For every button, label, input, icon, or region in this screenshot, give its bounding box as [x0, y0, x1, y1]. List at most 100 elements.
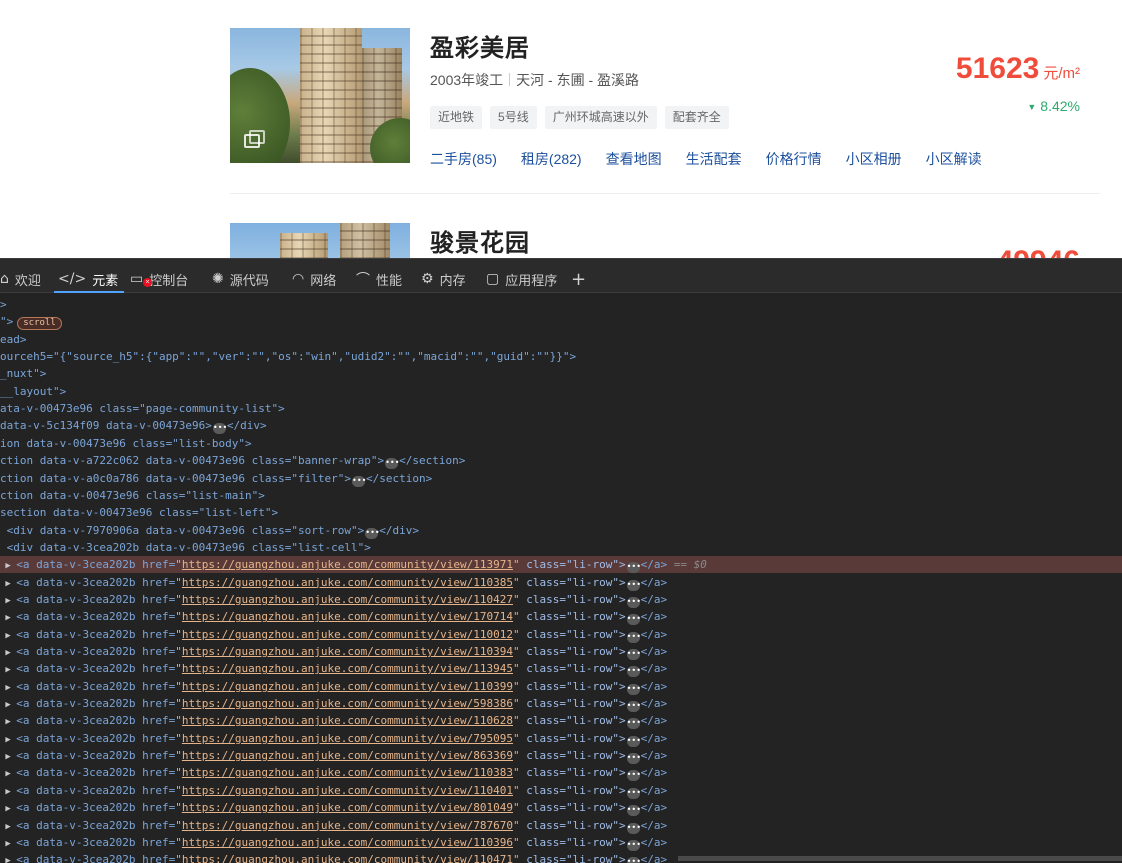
href-link[interactable]: https://guangzhou.anjuke.com/community/v…	[182, 749, 513, 762]
expand-ellipsis-button[interactable]: •••	[626, 649, 641, 660]
expand-arrow-icon[interactable]: ▶	[0, 665, 16, 675]
expand-arrow-icon[interactable]: ▶	[0, 787, 16, 797]
dom-node-line[interactable]: ▶ <a data-v-3cea202b href="https://guang…	[0, 608, 667, 626]
tab-network[interactable]: ◠ 网络	[292, 268, 336, 290]
href-link[interactable]: https://guangzhou.anjuke.com/community/v…	[182, 628, 513, 641]
community-card[interactable]: 骏景花园 49946	[230, 223, 1100, 258]
dom-node-line[interactable]: ▶ <a data-v-3cea202b href="https://guang…	[0, 730, 667, 747]
expand-arrow-icon[interactable]: ▶	[0, 700, 16, 710]
dom-node-line[interactable]: ▶ <a data-v-3cea202b href="https://guang…	[0, 851, 667, 863]
expand-ellipsis-button[interactable]: •••	[365, 527, 380, 539]
tab-performance[interactable]: ⌒ 性能	[356, 268, 402, 290]
dom-node-line[interactable]: "> scroll	[0, 313, 62, 331]
expand-arrow-icon[interactable]: ▶	[0, 822, 16, 832]
expand-ellipsis-button[interactable]: •••	[626, 839, 641, 851]
link-analysis[interactable]: 小区解读	[926, 149, 982, 169]
dom-node-line[interactable]: _nuxt">	[0, 365, 46, 382]
href-link[interactable]: https://guangzhou.anjuke.com/community/v…	[182, 593, 513, 606]
tab-add[interactable]: +	[571, 268, 586, 290]
dom-node-line-selected[interactable]: ▶ <a data-v-3cea202b href="https://guang…	[0, 556, 1122, 574]
expand-ellipsis-button[interactable]: •••	[626, 631, 641, 643]
dom-node-line[interactable]: ▶ <a data-v-3cea202b href="https://guang…	[0, 834, 667, 851]
expand-arrow-icon[interactable]: ▶	[0, 804, 16, 814]
expand-ellipsis-button[interactable]: •••	[626, 787, 641, 799]
expand-ellipsis-button[interactable]: •••	[626, 579, 641, 591]
expand-ellipsis-button[interactable]: •••	[626, 596, 641, 608]
expand-ellipsis-button[interactable]: •••	[626, 753, 641, 765]
community-photo[interactable]	[230, 223, 410, 258]
dom-node-line[interactable]: <div data-v-7970906a data-v-00473e96 cla…	[0, 522, 419, 539]
scroll-badge[interactable]: scroll	[17, 317, 62, 331]
link-album[interactable]: 小区相册	[846, 149, 902, 169]
expand-arrow-icon[interactable]: ▶	[0, 596, 16, 606]
expand-arrow-icon[interactable]: ▶	[0, 752, 16, 762]
dom-node-line[interactable]: ▶ <a data-v-3cea202b href="https://guang…	[0, 764, 667, 782]
expand-arrow-icon[interactable]: ▶	[0, 579, 16, 589]
dom-node-line[interactable]: section data-v-00473e96 class="list-left…	[0, 504, 278, 521]
dom-node-line[interactable]: ▶ <a data-v-3cea202b href="https://guang…	[0, 747, 667, 765]
link-second-hand[interactable]: 二手房(85)	[430, 149, 497, 169]
dom-node-line[interactable]: ion data-v-00473e96 class="list-body">	[0, 435, 252, 452]
expand-arrow-icon[interactable]: ▶	[0, 561, 16, 571]
dom-node-line[interactable]: ▶ <a data-v-3cea202b href="https://guang…	[0, 695, 667, 713]
dom-node-line[interactable]: ourceh5="{"source_h5":{"app":"","ver":""…	[0, 348, 576, 365]
expand-ellipsis-button[interactable]: •••	[626, 718, 641, 730]
expand-arrow-icon[interactable]: ▶	[0, 769, 16, 779]
link-map[interactable]: 查看地图	[606, 149, 662, 169]
expand-ellipsis-button[interactable]: •••	[212, 423, 227, 435]
dom-node-line[interactable]: ▶ <a data-v-3cea202b href="https://guang…	[0, 643, 667, 660]
dom-node-line[interactable]: <div data-v-3cea202b data-v-00473e96 cla…	[0, 539, 371, 556]
tab-welcome[interactable]: ⌂ 欢迎	[0, 268, 41, 290]
expand-arrow-icon[interactable]: ▶	[0, 648, 16, 658]
href-link[interactable]: https://guangzhou.anjuke.com/community/v…	[182, 836, 513, 849]
href-link[interactable]: https://guangzhou.anjuke.com/community/v…	[182, 697, 513, 710]
expand-arrow-icon[interactable]: ▶	[0, 839, 16, 849]
expand-ellipsis-button[interactable]: •••	[626, 562, 641, 574]
tab-memory[interactable]: ⚙ 内存	[421, 268, 466, 290]
dom-node-line[interactable]: ▶ <a data-v-3cea202b href="https://guang…	[0, 782, 667, 799]
expand-arrow-icon[interactable]: ▶	[0, 683, 16, 693]
dom-node-line[interactable]: ata-v-00473e96 class="page-community-lis…	[0, 400, 285, 417]
community-name[interactable]: 骏景花园	[430, 223, 530, 258]
expand-arrow-icon[interactable]: ▶	[0, 613, 16, 623]
link-amenities[interactable]: 生活配套	[686, 149, 742, 169]
community-card[interactable]: 盈彩美居 2003年竣工 天河 - 东圃 - 盈溪路 近地铁 5号线 广州环城高速…	[230, 28, 1100, 167]
tab-elements[interactable]: </> 元素	[53, 268, 125, 293]
horizontal-scrollbar[interactable]	[678, 856, 1122, 861]
community-photo[interactable]	[230, 28, 410, 163]
href-link[interactable]: https://guangzhou.anjuke.com/community/v…	[182, 558, 513, 571]
dom-node-line[interactable]: ction data-v-00473e96 class="list-main">	[0, 487, 265, 504]
dom-tree[interactable]: > "> scroll ead> ourceh5="{"source_h5":{"app…	[0, 296, 1122, 863]
dom-node-line[interactable]: >	[0, 296, 7, 313]
dom-node-line[interactable]: ▶ <a data-v-3cea202b href="https://guang…	[0, 817, 667, 834]
href-link[interactable]: https://guangzhou.anjuke.com/community/v…	[182, 732, 513, 745]
dom-node-line[interactable]: ▶ <a data-v-3cea202b href="https://guang…	[0, 660, 667, 678]
expand-arrow-icon[interactable]: ▶	[0, 735, 16, 745]
href-link[interactable]: https://guangzhou.anjuke.com/community/v…	[182, 714, 513, 727]
expand-ellipsis-button[interactable]: •••	[626, 666, 641, 678]
dom-node-line[interactable]: data-v-5c134f09 data-v-00473e96>•••</div…	[0, 417, 267, 435]
expand-arrow-icon[interactable]: ▶	[0, 717, 16, 727]
expand-ellipsis-button[interactable]: •••	[385, 458, 400, 470]
dom-node-line[interactable]: ction data-v-a0c0a786 data-v-00473e96 cl…	[0, 470, 432, 487]
href-link[interactable]: https://guangzhou.anjuke.com/community/v…	[182, 645, 513, 658]
dom-node-line[interactable]: ▶ <a data-v-3cea202b href="https://guang…	[0, 626, 667, 643]
expand-ellipsis-button[interactable]: •••	[626, 805, 641, 817]
dom-node-line[interactable]: ▶ <a data-v-3cea202b href="https://guang…	[0, 574, 667, 591]
href-link[interactable]: https://guangzhou.anjuke.com/community/v…	[182, 819, 513, 832]
dom-node-line[interactable]: ▶ <a data-v-3cea202b href="https://guang…	[0, 712, 667, 730]
community-name[interactable]: 盈彩美居	[430, 28, 530, 63]
tab-application[interactable]: ▢ 应用程序	[486, 268, 557, 290]
href-link[interactable]: https://guangzhou.anjuke.com/community/v…	[182, 680, 513, 693]
link-price-trend[interactable]: 价格行情	[766, 149, 822, 169]
link-rent[interactable]: 租房(282)	[521, 149, 582, 169]
dom-node-line[interactable]: ▶ <a data-v-3cea202b href="https://guang…	[0, 678, 667, 695]
href-link[interactable]: https://guangzhou.anjuke.com/community/v…	[182, 784, 513, 797]
expand-ellipsis-button[interactable]: •••	[626, 857, 641, 863]
href-link[interactable]: https://guangzhou.anjuke.com/community/v…	[182, 801, 513, 814]
dom-node-line[interactable]: ead>	[0, 331, 27, 348]
dom-node-line[interactable]: ▶ <a data-v-3cea202b href="https://guang…	[0, 799, 667, 817]
expand-ellipsis-button[interactable]: •••	[626, 683, 641, 695]
expand-arrow-icon[interactable]: ▶	[0, 856, 16, 863]
expand-ellipsis-button[interactable]: •••	[626, 701, 641, 713]
